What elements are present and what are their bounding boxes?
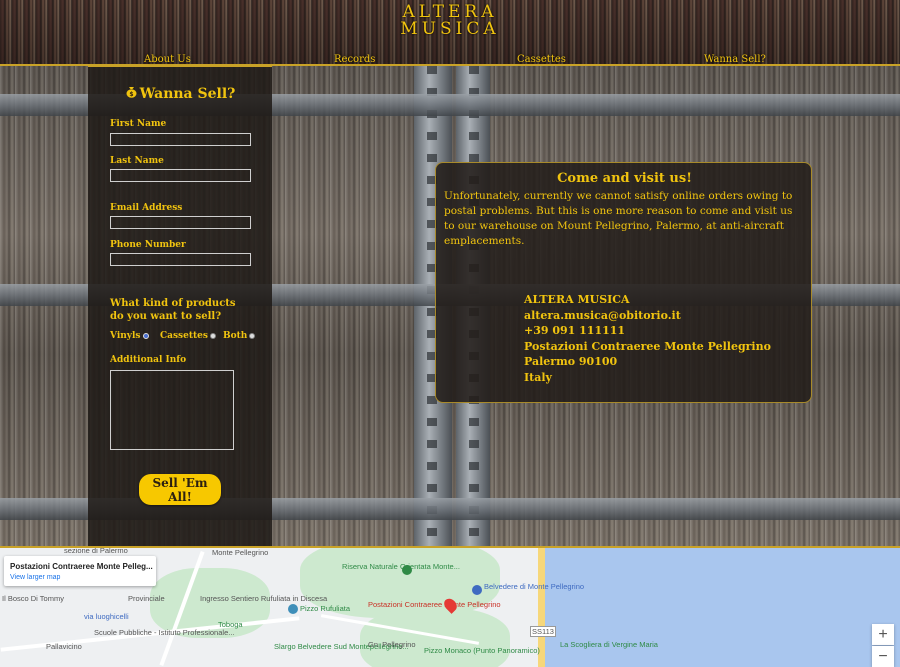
map-label: sezione di Palermo xyxy=(64,546,128,555)
map-label: Provinciale xyxy=(128,594,165,603)
radio-vinyls-label: Vinyls xyxy=(110,331,141,341)
map-label: Ingresso Sentiero Rufuliata in Discesa xyxy=(200,594,328,603)
money-bag-icon: $ xyxy=(125,85,138,102)
last-name-label: Last Name xyxy=(110,156,164,166)
map-label: via luoghicelli xyxy=(84,612,129,621)
map-label: Pizzo Rufuliata xyxy=(300,604,351,613)
email-label: Email Address xyxy=(110,203,183,213)
map-info-card: Postazioni Contraeree Monte Pelleg... Vi… xyxy=(4,556,156,586)
email-input[interactable] xyxy=(110,216,251,229)
embedded-map[interactable]: sezione di Palermo Monte Pellegrino Rise… xyxy=(0,546,900,667)
contact-block: ALTERA MUSICA altera.musica@obitorio.it … xyxy=(524,292,771,385)
map-label: Gn. Pellegrino xyxy=(368,640,416,649)
radio-both[interactable]: Both xyxy=(223,331,256,341)
form-title: $ Wanna Sell? xyxy=(88,85,272,102)
logo-line-2: MUSICA xyxy=(400,19,500,39)
sell-form: $ Wanna Sell? First Name Last Name Email… xyxy=(88,66,272,546)
radio-both-button[interactable] xyxy=(249,333,256,339)
first-name-input[interactable] xyxy=(110,133,251,146)
map-park-area xyxy=(360,608,510,667)
map-sea xyxy=(545,548,900,667)
radio-cassettes[interactable]: Cassettes xyxy=(160,331,216,341)
last-name-input[interactable] xyxy=(110,169,251,182)
map-label: Scuole Pubbliche - Istituto Professional… xyxy=(94,628,235,637)
contact-name: ALTERA MUSICA xyxy=(524,293,630,306)
additional-info-label: Additional Info xyxy=(110,355,187,365)
map-attraction-pin[interactable] xyxy=(472,585,482,595)
additional-info-textarea[interactable] xyxy=(110,370,234,450)
map-label: Pizzo Monaco (Punto Panoramico) xyxy=(424,646,540,655)
contact-street: Postazioni Contraeree Monte Pellegrino xyxy=(524,339,771,353)
phone-label: Phone Number xyxy=(110,240,186,250)
map-peak-pin[interactable] xyxy=(288,604,298,614)
radio-vinyls-button[interactable] xyxy=(142,333,149,339)
site-logo[interactable]: ALTERA MUSICA xyxy=(0,4,900,38)
map-road-shield: SS113 xyxy=(530,626,556,637)
visit-us-panel: Come and visit us! Unfortunately, curren… xyxy=(435,162,812,403)
contact-email[interactable]: altera.musica@obitorio.it xyxy=(524,308,771,324)
svg-text:$: $ xyxy=(129,91,133,98)
visit-title: Come and visit us! xyxy=(557,171,692,186)
contact-city: Palermo 90100 xyxy=(524,355,618,368)
map-card-title: Postazioni Contraeree Monte Pelleg... xyxy=(10,562,153,571)
phone-input[interactable] xyxy=(110,253,251,266)
contact-phone: +39 091 111111 xyxy=(524,324,626,337)
radio-cassettes-button[interactable] xyxy=(209,333,216,339)
map-label: Pallavicino xyxy=(46,642,82,651)
nav-wanna-sell[interactable]: Wanna Sell? xyxy=(704,54,766,66)
sell-submit-button[interactable]: Sell 'Em All! xyxy=(139,474,221,505)
product-question: What kind of products do you want to sel… xyxy=(110,298,236,322)
first-name-label: First Name xyxy=(110,119,167,129)
nav-about-us[interactable]: About Us xyxy=(144,54,191,66)
zoom-out-button[interactable]: − xyxy=(872,646,894,667)
radio-both-label: Both xyxy=(223,331,248,341)
map-label: La Scogliera di Vergine Maria xyxy=(560,640,658,649)
radio-vinyls[interactable]: Vinyls xyxy=(110,331,149,341)
nav-records[interactable]: Records xyxy=(334,54,375,66)
map-label: Belvedere di Monte Pellegrino xyxy=(484,582,585,591)
main-nav: About Us Records Cassettes Wanna Sell? xyxy=(0,54,900,66)
map-label: Monte Pellegrino xyxy=(212,548,269,557)
nav-cassettes[interactable]: Cassettes xyxy=(517,54,566,66)
map-label: Postazioni Contraeree Monte Pellegrino xyxy=(368,600,501,609)
map-label: Riserva Naturale Orientata Monte... xyxy=(342,562,460,571)
form-title-text: Wanna Sell? xyxy=(139,86,236,102)
visit-body-text: Unfortunately, currently we cannot satis… xyxy=(444,190,793,247)
map-label: Il Bosco Di Tommy xyxy=(2,594,64,603)
radio-cassettes-label: Cassettes xyxy=(160,331,208,341)
zoom-in-button[interactable]: + xyxy=(872,624,894,645)
contact-country: Italy xyxy=(524,370,552,384)
view-larger-map-link[interactable]: View larger map xyxy=(10,574,60,581)
map-park-pin[interactable] xyxy=(402,565,412,575)
